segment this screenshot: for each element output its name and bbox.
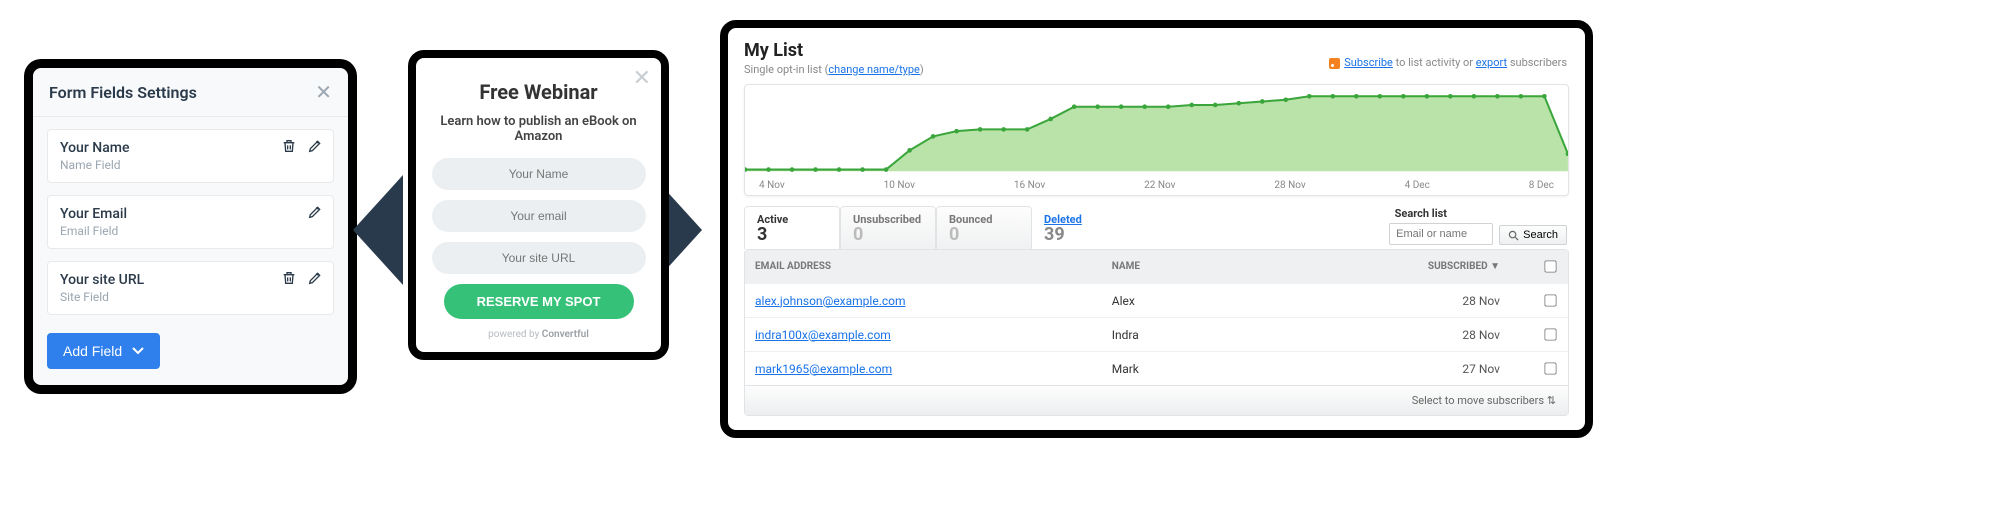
close-icon[interactable]: ✕ — [633, 66, 651, 91]
field-row[interactable]: Your NameName Field — [47, 129, 334, 183]
url-field[interactable] — [432, 242, 646, 274]
field-label: Your Email — [60, 206, 321, 222]
change-name-type-link[interactable]: change name/type — [828, 63, 920, 76]
chevron-down-icon — [132, 345, 144, 357]
search-label: Search list — [1395, 207, 1447, 220]
search-input[interactable] — [1389, 223, 1493, 245]
table-row: alex.johnson@example.com Alex 28 Nov — [745, 283, 1568, 317]
close-icon[interactable]: ✕ — [315, 82, 332, 102]
top-links: Subscribe to list activity or export sub… — [1329, 56, 1567, 69]
field-type: Email Field — [60, 224, 321, 238]
subscribers-table: EMAIL ADDRESS NAME SUBSCRIBED ▼ alex.joh… — [744, 249, 1569, 416]
trash-icon[interactable] — [281, 270, 297, 290]
xaxis-tick: 10 Nov — [884, 180, 915, 191]
rss-icon — [1329, 58, 1340, 69]
row-checkbox[interactable] — [1544, 294, 1556, 306]
search-button[interactable]: Search — [1499, 225, 1567, 245]
xaxis-tick: 8 Dec — [1529, 180, 1554, 191]
carousel-prev-peek[interactable] — [353, 175, 403, 285]
xaxis-tick: 16 Nov — [1014, 180, 1045, 191]
export-link[interactable]: export — [1476, 56, 1507, 69]
subscriber-name: Alex — [1112, 294, 1348, 308]
tab-deleted[interactable]: Deleted39 — [1032, 207, 1126, 249]
popup-subtitle: Learn how to publish an eBook on Amazon — [426, 114, 651, 144]
subscriber-name: Indra — [1112, 328, 1348, 342]
table-footer[interactable]: Select to move subscribers ⇅ — [745, 385, 1568, 415]
panel-title: Form Fields Settings — [49, 83, 197, 102]
trash-icon[interactable] — [281, 138, 297, 158]
field-type: Name Field — [60, 158, 321, 172]
my-list-panel: My List Single opt-in list (change name/… — [720, 20, 1593, 438]
powered-by: powered by Convertful — [426, 329, 651, 340]
form-fields-settings-panel: Form Fields Settings ✕ Your NameName Fie… — [25, 60, 356, 393]
table-header: EMAIL ADDRESS NAME SUBSCRIBED ▼ — [745, 250, 1568, 283]
row-checkbox[interactable] — [1544, 328, 1556, 340]
subscribed-date: 28 Nov — [1358, 294, 1530, 308]
tab-unsubscribed[interactable]: Unsubscribed0 — [840, 206, 936, 249]
tab-bounced[interactable]: Bounced0 — [936, 206, 1032, 249]
activity-chart: 4 Nov 10 Nov 16 Nov 22 Nov 28 Nov 4 Dec 8 Dec — [744, 84, 1569, 196]
tab-active[interactable]: Active3 — [744, 206, 840, 249]
subscribed-date: 28 Nov — [1358, 328, 1530, 342]
row-checkbox[interactable] — [1544, 362, 1556, 374]
subscriber-email-link[interactable]: indra100x@example.com — [755, 328, 1102, 342]
subscriber-email-link[interactable]: mark1965@example.com — [755, 362, 1102, 376]
subscriber-email-link[interactable]: alex.johnson@example.com — [755, 294, 1102, 308]
search-icon — [1508, 230, 1519, 241]
popup-title: Free Webinar — [426, 80, 651, 104]
edit-icon[interactable] — [307, 204, 323, 224]
table-row: indra100x@example.com Indra 28 Nov — [745, 317, 1568, 351]
table-row: mark1965@example.com Mark 27 Nov — [745, 351, 1568, 385]
field-type: Site Field — [60, 290, 321, 304]
xaxis-tick: 4 Dec — [1405, 180, 1430, 191]
field-row[interactable]: Your Email Email Field — [47, 195, 334, 249]
subscribe-link[interactable]: Subscribe — [1344, 56, 1393, 69]
subscriber-name: Mark — [1112, 362, 1348, 376]
field-row[interactable]: Your site URLSite Field — [47, 261, 334, 315]
reserve-button[interactable]: RESERVE MY SPOT — [444, 284, 634, 319]
name-field[interactable] — [432, 158, 646, 190]
webinar-popup: ✕ Free Webinar Learn how to publish an e… — [408, 50, 669, 360]
email-field[interactable] — [432, 200, 646, 232]
col-name[interactable]: NAME — [1112, 261, 1348, 272]
xaxis-tick: 28 Nov — [1274, 180, 1305, 191]
col-subscribed[interactable]: SUBSCRIBED ▼ — [1358, 261, 1530, 272]
xaxis-tick: 22 Nov — [1144, 180, 1175, 191]
edit-icon[interactable] — [307, 138, 323, 158]
add-field-button[interactable]: Add Field — [47, 333, 160, 369]
select-all-checkbox[interactable] — [1544, 260, 1556, 272]
add-field-label: Add Field — [63, 343, 122, 359]
subscribed-date: 27 Nov — [1358, 362, 1530, 376]
edit-icon[interactable] — [307, 270, 323, 290]
col-email[interactable]: EMAIL ADDRESS — [755, 261, 1102, 272]
xaxis-tick: 4 Nov — [759, 180, 785, 191]
